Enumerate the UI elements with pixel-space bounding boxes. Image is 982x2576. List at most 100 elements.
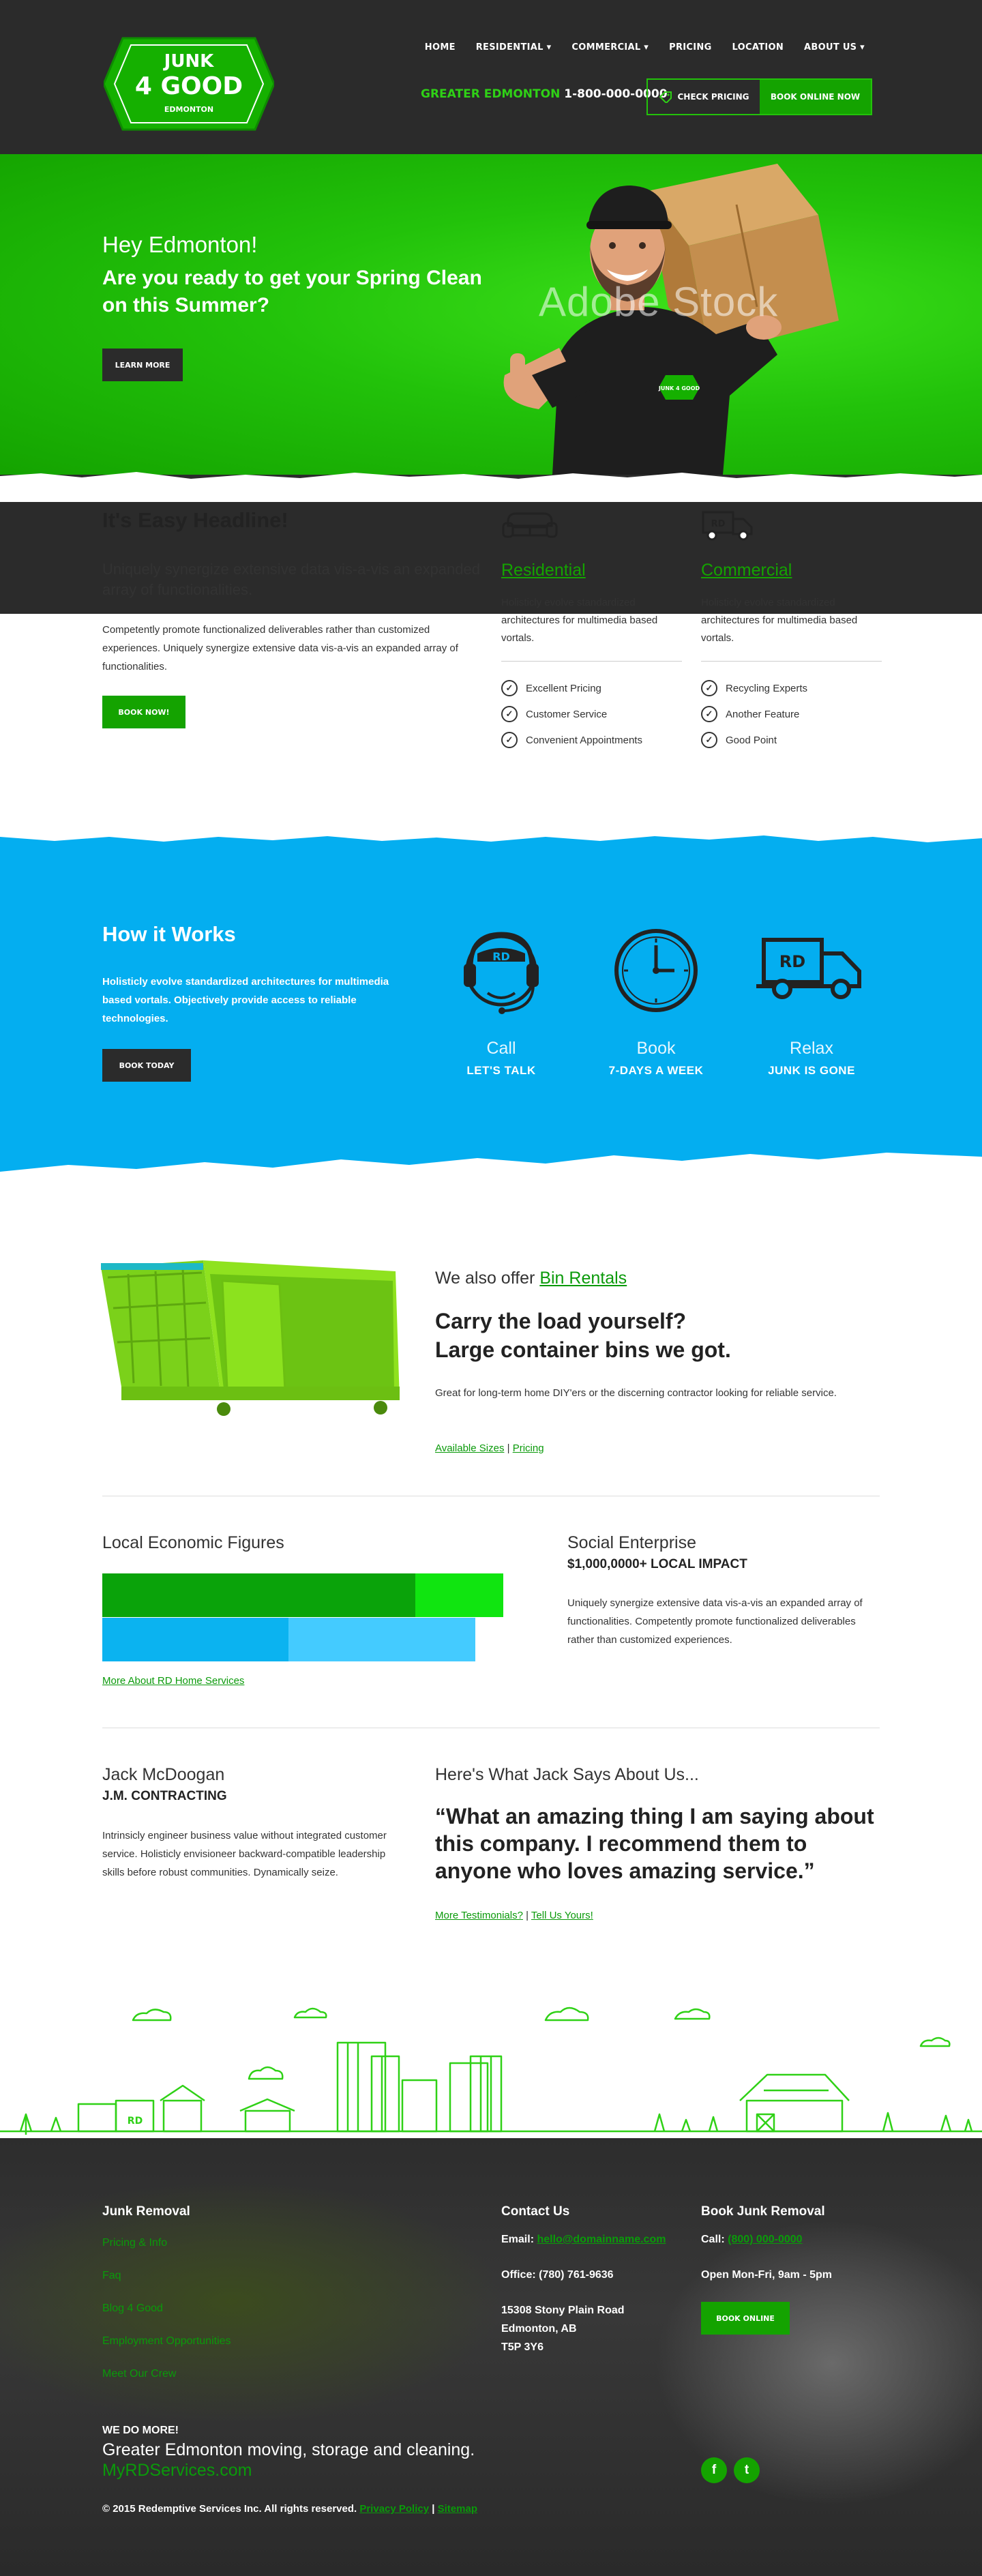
available-sizes-link[interactable]: Available Sizes xyxy=(435,1442,504,1454)
hero-torn-edge xyxy=(0,472,982,502)
footer-link-faq[interactable]: Faq xyxy=(102,2270,121,2282)
testimonial-links: More Testimonials? | Tell Us Yours! xyxy=(435,1910,593,1921)
feature-label: Good Point xyxy=(726,734,777,746)
call-link[interactable]: (800) 000-0000 xyxy=(728,2234,802,2245)
headset-agent-icon: RD xyxy=(464,932,539,1014)
feature-label: Recycling Experts xyxy=(726,682,808,694)
check-pricing-label: CHECK PRICING xyxy=(677,92,749,102)
facebook-icon[interactable]: f xyxy=(701,2457,727,2483)
list-item: ✓ Convenient Appointments xyxy=(501,727,682,753)
truck-icon: RD xyxy=(756,938,861,999)
bin-headline-1: Carry the load yourself? xyxy=(435,1309,687,1333)
we-do-more-link[interactable]: MyRDServices.com xyxy=(102,2461,252,2481)
nav-pricing[interactable]: PRICING xyxy=(669,42,711,53)
pricing-link[interactable]: Pricing xyxy=(513,1442,544,1454)
check-icon: ✓ xyxy=(501,732,518,748)
list-item: ✓ Excellent Pricing xyxy=(501,675,682,701)
badge-text: RD xyxy=(492,950,510,963)
footer-office: Office: (780) 761-9636 xyxy=(501,2269,614,2281)
figures-headline: Local Economic Figures xyxy=(102,1533,284,1552)
commercial-link[interactable]: Commercial xyxy=(701,561,882,580)
email-link[interactable]: hello@domainname.com xyxy=(537,2234,666,2245)
logo[interactable]: JUNK 4 GOOD EDMONTON xyxy=(104,33,274,135)
step-relax: RD Relax JUNK IS GONE xyxy=(743,926,880,1078)
privacy-link[interactable]: Privacy Policy xyxy=(359,2503,429,2515)
residential-desc: Holisticly evolve standardized architect… xyxy=(501,594,682,662)
bin-offer-prefix: We also offer xyxy=(435,1269,540,1288)
book-now-button[interactable]: BOOK NOW! xyxy=(102,696,185,728)
book-online-button[interactable]: BOOK ONLINE NOW xyxy=(760,80,871,114)
testimonial-quote: “What an amazing thing I am saying about… xyxy=(435,1804,874,1883)
nav-location[interactable]: LOCATION xyxy=(732,42,784,53)
bin-headline: Carry the load yourself? Large container… xyxy=(435,1307,844,1364)
step-title: Relax xyxy=(790,1039,833,1058)
easy-subhead: Uniquely synergize extensive data vis-a-… xyxy=(102,561,480,598)
feature-label: Customer Service xyxy=(526,708,608,720)
book-today-button[interactable]: BOOK TODAY xyxy=(102,1049,191,1082)
check-icon: ✓ xyxy=(701,706,717,722)
footer-addr3: T5P 3Y6 xyxy=(501,2341,544,2353)
feature-label: Another Feature xyxy=(726,708,800,720)
stock-watermark: Adobe Stock xyxy=(539,279,779,325)
footer-col2-heading: Contact Us xyxy=(501,2204,570,2219)
logo-line3: EDMONTON xyxy=(164,105,213,114)
bin-links: Available Sizes | Pricing xyxy=(435,1442,544,1454)
footer-col3-heading: Book Junk Removal xyxy=(701,2204,825,2219)
how-body: Holisticly evolve standardized architect… xyxy=(102,976,389,1024)
check-icon: ✓ xyxy=(501,680,518,696)
step-call: RD Call LET'S TALK xyxy=(433,926,569,1078)
figure-bar-secondary xyxy=(288,1618,475,1661)
more-testimonials-link[interactable]: More Testimonials? xyxy=(435,1910,523,1921)
service-residential: Residential Holisticly evolve standardiz… xyxy=(501,508,682,753)
testimonial-bio: Intrinsicly engineer business value with… xyxy=(102,1830,387,1878)
we-do-more-text: Greater Edmonton moving, storage and cle… xyxy=(102,2440,475,2459)
tell-us-link[interactable]: Tell Us Yours! xyxy=(531,1910,593,1921)
commercial-desc: Holisticly evolve standardized architect… xyxy=(701,594,882,662)
footer-book-online-button[interactable]: BOOK ONLINE xyxy=(701,2302,790,2335)
more-about-link[interactable]: More About RD Home Services xyxy=(102,1675,244,1687)
nav-about[interactable]: ABOUT US ▾ xyxy=(804,42,865,53)
bin-image xyxy=(101,1260,400,1416)
footer-addr2: Edmonton, AB xyxy=(501,2323,577,2335)
social-body: Uniquely synergize extensive data vis-a-… xyxy=(567,1597,863,1646)
list-item: ✓ Customer Service xyxy=(501,701,682,727)
region-label: GREATER EDMONTON xyxy=(421,87,561,101)
how-bottom-edge xyxy=(0,1153,982,1180)
step-sub: LET'S TALK xyxy=(466,1064,536,1077)
main-nav: HOME RESIDENTIAL ▾ COMMERCIAL ▾ PRICING … xyxy=(425,42,865,53)
footer-link-blog[interactable]: Blog 4 Good xyxy=(102,2303,163,2315)
footer-link-employment[interactable]: Employment Opportunities xyxy=(102,2335,231,2348)
check-icon: ✓ xyxy=(701,732,717,748)
testimonial-says: Here's What Jack Says About Us... xyxy=(435,1765,699,1784)
bin-rentals-link[interactable]: Bin Rentals xyxy=(539,1269,627,1288)
couch-icon xyxy=(502,512,558,538)
learn-more-button[interactable]: LEARN MORE xyxy=(102,349,183,381)
check-pricing-button[interactable]: CHECK PRICING xyxy=(648,80,760,114)
residential-link[interactable]: Residential xyxy=(501,561,682,580)
twitter-icon[interactable]: t xyxy=(734,2457,760,2483)
how-headline: How it Works xyxy=(102,922,236,946)
footer-call: Call: (800) 000-0000 xyxy=(701,2230,803,2249)
call-label: Call: xyxy=(701,2234,728,2245)
header-phone[interactable]: GREATER EDMONTON 1-800-000-0000 xyxy=(421,87,668,101)
footer-background-blur xyxy=(0,2179,505,2425)
bin-offer-line: We also offer Bin Rentals xyxy=(435,1269,627,1288)
footer-email: Email: hello@domainname.com xyxy=(501,2230,666,2249)
list-item: ✓ Good Point xyxy=(701,727,882,753)
commercial-features: ✓ Recycling Experts ✓ Another Feature ✓ Goo… xyxy=(701,675,882,753)
footer-link-pricing[interactable]: Pricing & Info xyxy=(102,2237,167,2249)
figure-bar-secondary xyxy=(415,1573,503,1617)
we-do-more-heading: WE DO MORE! xyxy=(102,2425,179,2436)
sitemap-link[interactable]: Sitemap xyxy=(438,2503,477,2515)
nav-commercial[interactable]: COMMERCIAL ▾ xyxy=(571,42,649,53)
step-sub: 7-DAYS A WEEK xyxy=(608,1064,704,1077)
footer-addr1: 15308 Stony Plain Road xyxy=(501,2305,625,2316)
list-item: ✓ Recycling Experts xyxy=(701,675,882,701)
svg-text:RD: RD xyxy=(779,952,805,971)
easy-headline: It's Easy Headline! xyxy=(102,508,288,532)
nav-residential[interactable]: RESIDENTIAL ▾ xyxy=(476,42,552,53)
footer-link-crew[interactable]: Meet Our Crew xyxy=(102,2368,176,2380)
footer-col1-heading: Junk Removal xyxy=(102,2204,190,2219)
nav-home[interactable]: HOME xyxy=(425,42,456,53)
check-icon: ✓ xyxy=(501,706,518,722)
